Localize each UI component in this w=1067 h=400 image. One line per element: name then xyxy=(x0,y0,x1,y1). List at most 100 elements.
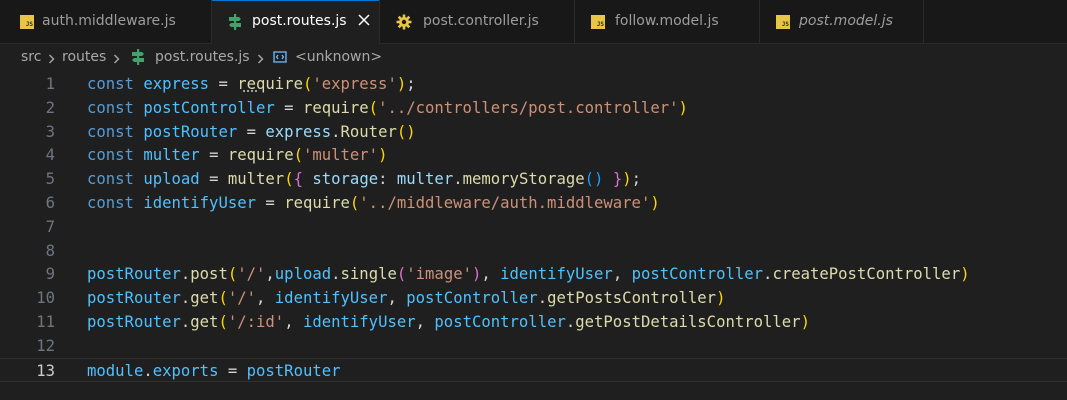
line-number: 6 xyxy=(45,194,55,212)
code-line[interactable]: 5 const upload = multer({ storage: multer… xyxy=(0,167,1067,191)
code-text: postRouter.post('/',upload.single('image… xyxy=(87,262,970,286)
tab-auth-middleware[interactable]: JS auth.middleware.js xyxy=(0,0,212,44)
tab-label: post.model.js xyxy=(799,13,893,29)
code-line[interactable]: 12 xyxy=(0,334,1067,358)
code-token: = xyxy=(256,194,285,212)
line-number: 5 xyxy=(45,170,55,189)
code-line[interactable]: 1 const express = require('express'); xyxy=(0,72,1067,96)
code-token: postController xyxy=(434,313,566,331)
code-line[interactable]: 13 module.exports = postRouter xyxy=(0,357,1067,383)
hint-dots xyxy=(243,88,257,92)
code-token: memoryStorage xyxy=(462,170,585,189)
code-token: express xyxy=(265,122,332,141)
code-token: postRouter xyxy=(143,122,238,141)
line-number: 10 xyxy=(36,289,55,308)
code-token: = xyxy=(199,146,228,165)
code-token: get xyxy=(190,313,219,331)
code-line[interactable]: 11 postRouter.get('/:id', identifyUser, p… xyxy=(0,310,1067,334)
code-line[interactable]: 6 const identifyUser = require('../middle… xyxy=(0,191,1067,215)
code-token: storage xyxy=(312,170,379,189)
code-token: const xyxy=(87,122,134,141)
code-token: identifyUser xyxy=(143,194,257,212)
close-icon[interactable] xyxy=(356,12,372,28)
code-line[interactable]: 8 xyxy=(0,239,1067,263)
code-token: . xyxy=(331,122,341,141)
line-number: 11 xyxy=(36,313,55,331)
code-token: postRouter xyxy=(87,289,181,308)
code-line[interactable]: 2 const postController = require('../cont… xyxy=(0,96,1067,120)
code-token: require xyxy=(302,98,369,117)
code-token: ( xyxy=(218,313,228,331)
code-token: ) xyxy=(650,194,660,212)
code-token: , xyxy=(387,289,407,308)
code-token: require xyxy=(227,146,294,165)
code-line[interactable]: 7 xyxy=(0,215,1067,239)
code-token: identifyUser xyxy=(274,289,388,308)
code-token: ) xyxy=(678,98,688,117)
gear-icon xyxy=(396,14,412,30)
chevron-right-icon xyxy=(257,52,265,68)
code-token: ) xyxy=(960,265,970,284)
tab-post-model[interactable]: JS post.model.js xyxy=(760,0,924,44)
breadcrumb-item-symbol[interactable]: <unknown> xyxy=(295,49,382,65)
code-text: const postController = require('../contr… xyxy=(87,96,688,120)
code-token: '/' xyxy=(237,265,266,284)
code-token: . xyxy=(453,170,463,189)
tab-label: post.controller.js xyxy=(423,13,539,29)
code-token: () xyxy=(584,170,604,189)
code-text: module.exports = postRouter xyxy=(87,359,341,383)
breadcrumb-item-src[interactable]: src xyxy=(21,49,41,65)
code-line[interactable]: 10 postRouter.get('/', identifyUser, post… xyxy=(0,286,1067,310)
code-line[interactable]: 4 const multer = require('multer') xyxy=(0,143,1067,167)
code-token: ( xyxy=(396,265,407,284)
code-token: '../middleware/auth.middleware' xyxy=(359,194,651,212)
tab-post-routes[interactable]: post.routes.js xyxy=(212,0,380,44)
route-icon xyxy=(228,14,242,30)
code-token: postRouter xyxy=(87,313,181,331)
line-number: 2 xyxy=(45,98,55,117)
tab-label: auth.middleware.js xyxy=(42,13,176,29)
code-token: , xyxy=(612,265,632,284)
code-token: () xyxy=(396,122,416,141)
code-token: '../controllers/post.controller' xyxy=(378,98,679,117)
code-token: ; xyxy=(406,75,416,93)
code-token: post xyxy=(190,265,228,284)
breadcrumb: src routes post.routes.js <unknown> xyxy=(0,44,1067,70)
code-token: ) xyxy=(800,313,810,331)
code-text: postRouter.get('/:id', identifyUser, pos… xyxy=(87,310,810,334)
tab-label: post.routes.js xyxy=(252,13,347,29)
code-line[interactable]: 9 postRouter.post('/',upload.single('imag… xyxy=(0,262,1067,286)
code-token: '/' xyxy=(227,289,257,308)
code-text: postRouter.get('/', identifyUser, postCo… xyxy=(87,286,725,310)
code-token: get xyxy=(190,289,219,308)
tab-post-controller[interactable]: post.controller.js xyxy=(380,0,575,44)
code-token: postController xyxy=(631,265,764,284)
code-line[interactable]: 3 const postRouter = express.Router() xyxy=(0,120,1067,144)
code-token: getPostDetailsController xyxy=(575,313,801,331)
code-token: ( xyxy=(302,75,313,93)
code-token: . xyxy=(180,289,191,308)
line-number: 1 xyxy=(45,75,55,93)
tab-follow-model[interactable]: JS follow.model.js xyxy=(575,0,760,44)
code-token: identifyUser xyxy=(500,265,613,284)
breadcrumb-item-routes[interactable]: routes xyxy=(62,49,106,65)
code-token: postController xyxy=(406,289,538,308)
route-icon xyxy=(131,49,145,69)
line-number: 13 xyxy=(36,361,55,380)
code-text: const express = require('express'); xyxy=(87,72,416,96)
breadcrumb-item-file[interactable]: post.routes.js xyxy=(155,49,250,65)
code-text: const postRouter = express.Router() xyxy=(87,120,416,144)
line-number: 4 xyxy=(45,146,55,165)
code-editor[interactable]: 1 const express = require('express'); 2 con… xyxy=(0,70,1067,400)
symbol-icon xyxy=(272,50,288,68)
code-token: ( xyxy=(284,170,294,189)
code-token: upload xyxy=(143,170,200,189)
code-token: postController xyxy=(143,98,275,117)
code-token: ( xyxy=(218,289,228,308)
